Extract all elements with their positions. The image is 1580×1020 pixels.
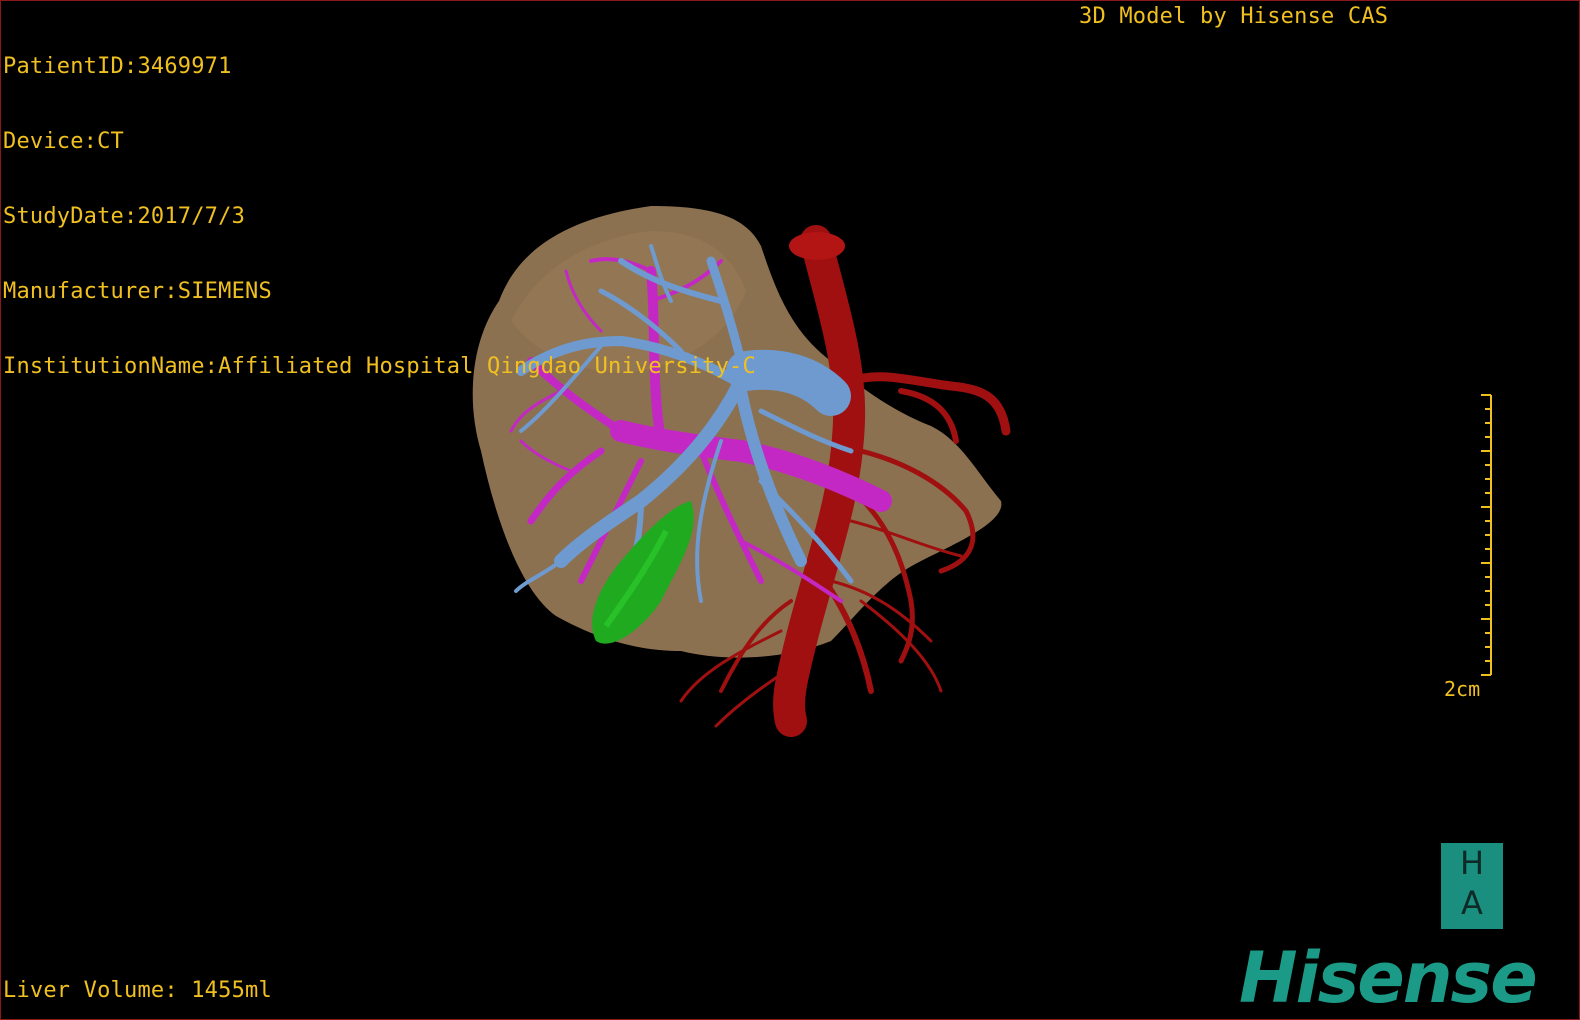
hisense-logo: Hisense	[1239, 937, 1538, 1019]
scale-label: 2cm	[1444, 677, 1481, 701]
manufacturer-label: Manufacturer:SIEMENS	[3, 279, 272, 304]
patient-id-label: PatientID:3469971	[3, 54, 232, 79]
study-date-label: StudyDate:2017/7/3	[3, 204, 246, 229]
ha-logo-top: H	[1459, 844, 1485, 882]
3d-viewport[interactable]: PatientID:3469971 Device:CT StudyDate:20…	[0, 0, 1580, 1020]
ha-logo: H A	[1441, 843, 1503, 929]
scale-bar	[1481, 394, 1492, 676]
dicom-info-overlay: PatientID:3469971 Device:CT StudyDate:20…	[3, 4, 756, 429]
liver-volume-label: Liver Volume: 1455ml	[3, 978, 272, 1003]
vessel-cap	[789, 232, 845, 260]
model-credit-label: 3D Model by Hisense CAS	[1079, 4, 1389, 29]
institution-label: InstitutionName:Affiliated Hospital Qing…	[3, 354, 756, 379]
ha-logo-bottom: A	[1461, 884, 1483, 922]
device-label: Device:CT	[3, 129, 125, 154]
